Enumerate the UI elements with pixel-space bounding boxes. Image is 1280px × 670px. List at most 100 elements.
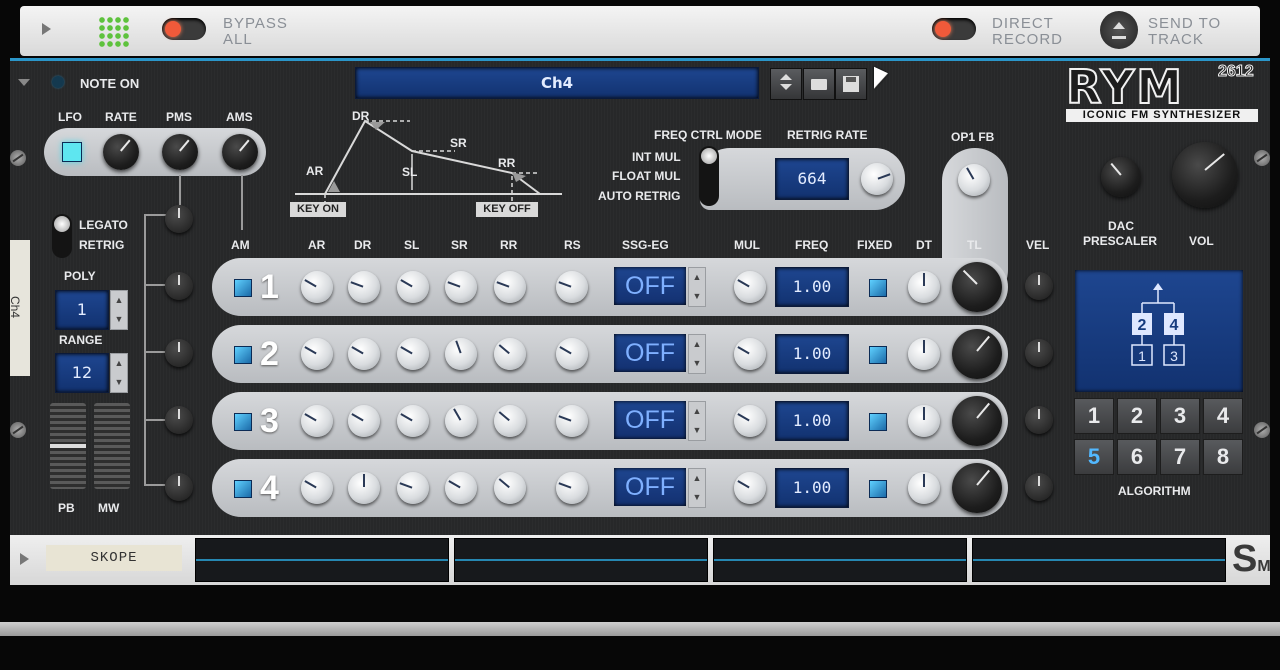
down-icon[interactable]: ▼	[689, 287, 705, 306]
dr-knob[interactable]	[348, 271, 380, 303]
ar-knob[interactable]	[301, 338, 333, 370]
send-to-track-button[interactable]	[1100, 11, 1138, 49]
rs-knob[interactable]	[556, 338, 588, 370]
down-icon[interactable]: ▼	[111, 310, 127, 329]
total-level-knob[interactable]	[952, 463, 1002, 513]
down-icon[interactable]: ▼	[111, 373, 127, 392]
am-enable-led[interactable]	[234, 279, 252, 297]
legato-switch[interactable]	[52, 214, 72, 258]
am-sens-knob[interactable]	[165, 339, 193, 367]
lfo-ams-knob[interactable]	[222, 134, 258, 170]
algorithm-button-7[interactable]: 7	[1160, 439, 1200, 475]
dac-prescaler-knob[interactable]	[1101, 157, 1141, 197]
ar-knob[interactable]	[301, 405, 333, 437]
fixed-freq-led[interactable]	[869, 346, 887, 364]
save-patch-button[interactable]	[835, 68, 867, 100]
lfo-am-knob[interactable]	[165, 205, 193, 233]
ssg-eg-display[interactable]: OFF	[614, 468, 686, 506]
sr-knob[interactable]	[445, 271, 477, 303]
am-enable-led[interactable]	[234, 413, 252, 431]
down-icon[interactable]: ▼	[689, 488, 705, 507]
velocity-knob[interactable]	[1025, 406, 1053, 434]
algorithm-button-4[interactable]: 4	[1203, 398, 1243, 434]
sr-knob[interactable]	[445, 472, 477, 504]
scope-view-2[interactable]	[454, 538, 708, 582]
op1-fb-knob[interactable]	[958, 164, 990, 196]
up-icon[interactable]: ▲	[111, 354, 127, 373]
volume-knob[interactable]	[1172, 142, 1238, 208]
total-level-knob[interactable]	[952, 262, 1002, 312]
rr-knob[interactable]	[494, 405, 526, 437]
mul-knob[interactable]	[734, 405, 766, 437]
sl-knob[interactable]	[397, 271, 429, 303]
mul-knob[interactable]	[734, 472, 766, 504]
freq-mode-switch[interactable]	[699, 146, 719, 206]
patch-up-icon[interactable]	[780, 74, 792, 80]
fixed-freq-led[interactable]	[869, 413, 887, 431]
lfo-rate-knob[interactable]	[103, 134, 139, 170]
ssg-eg-display[interactable]: OFF	[614, 401, 686, 439]
down-icon[interactable]: ▼	[689, 421, 705, 440]
total-level-knob[interactable]	[952, 396, 1002, 446]
rr-knob[interactable]	[494, 472, 526, 504]
ssg-eg-stepper[interactable]: ▲ ▼	[688, 334, 706, 374]
mul-knob[interactable]	[734, 338, 766, 370]
range-display[interactable]: 12	[55, 353, 109, 393]
rr-knob[interactable]	[494, 338, 526, 370]
fixed-freq-led[interactable]	[869, 279, 887, 297]
sl-knob[interactable]	[397, 472, 429, 504]
am-sens-knob[interactable]	[165, 473, 193, 501]
algorithm-button-3[interactable]: 3	[1160, 398, 1200, 434]
fold-arrow-icon[interactable]	[42, 23, 51, 35]
detune-knob[interactable]	[908, 405, 940, 437]
rs-knob[interactable]	[556, 472, 588, 504]
scope-view-3[interactable]	[713, 538, 967, 582]
rr-knob[interactable]	[494, 271, 526, 303]
mod-wheel[interactable]	[94, 403, 130, 489]
am-enable-led[interactable]	[234, 480, 252, 498]
detune-knob[interactable]	[908, 472, 940, 504]
am-sens-knob[interactable]	[165, 272, 193, 300]
lfo-enable-led[interactable]	[62, 142, 82, 162]
rs-knob[interactable]	[556, 271, 588, 303]
up-icon[interactable]: ▲	[111, 291, 127, 310]
dr-knob[interactable]	[348, 405, 380, 437]
browse-patch-button[interactable]	[803, 68, 835, 100]
sl-knob[interactable]	[397, 338, 429, 370]
up-icon[interactable]: ▲	[689, 335, 705, 354]
rs-knob[interactable]	[556, 405, 588, 437]
velocity-knob[interactable]	[1025, 339, 1053, 367]
detune-knob[interactable]	[908, 271, 940, 303]
ar-knob[interactable]	[301, 472, 333, 504]
scope-view-4[interactable]	[972, 538, 1226, 582]
total-level-knob[interactable]	[952, 329, 1002, 379]
up-icon[interactable]: ▲	[689, 469, 705, 488]
detune-knob[interactable]	[908, 338, 940, 370]
ssg-eg-display[interactable]: OFF	[614, 334, 686, 372]
ar-knob[interactable]	[301, 271, 333, 303]
freq-display[interactable]: 1.00	[775, 267, 849, 307]
up-icon[interactable]: ▲	[689, 268, 705, 287]
algorithm-button-1[interactable]: 1	[1074, 398, 1114, 434]
mul-knob[interactable]	[734, 271, 766, 303]
poly-stepper[interactable]: ▲ ▼	[110, 290, 128, 330]
algorithm-button-8[interactable]: 8	[1203, 439, 1243, 475]
sl-knob[interactable]	[397, 405, 429, 437]
freq-display[interactable]: 1.00	[775, 334, 849, 374]
ssg-eg-display[interactable]: OFF	[614, 267, 686, 305]
sr-knob[interactable]	[445, 338, 477, 370]
freq-display[interactable]: 1.00	[775, 401, 849, 441]
up-icon[interactable]: ▲	[689, 402, 705, 421]
direct-record-toggle[interactable]	[932, 18, 976, 40]
collapse-arrow-icon[interactable]	[18, 79, 30, 86]
range-stepper[interactable]: ▲ ▼	[110, 353, 128, 393]
skope-fold-icon[interactable]	[20, 553, 29, 565]
am-sens-knob[interactable]	[165, 406, 193, 434]
velocity-knob[interactable]	[1025, 473, 1053, 501]
fixed-freq-led[interactable]	[869, 480, 887, 498]
retrig-rate-knob[interactable]	[861, 163, 893, 195]
patch-stepper[interactable]	[770, 68, 802, 100]
lfo-pms-knob[interactable]	[162, 134, 198, 170]
ssg-eg-stepper[interactable]: ▲ ▼	[688, 401, 706, 441]
retrig-rate-display[interactable]: 664	[775, 158, 849, 200]
